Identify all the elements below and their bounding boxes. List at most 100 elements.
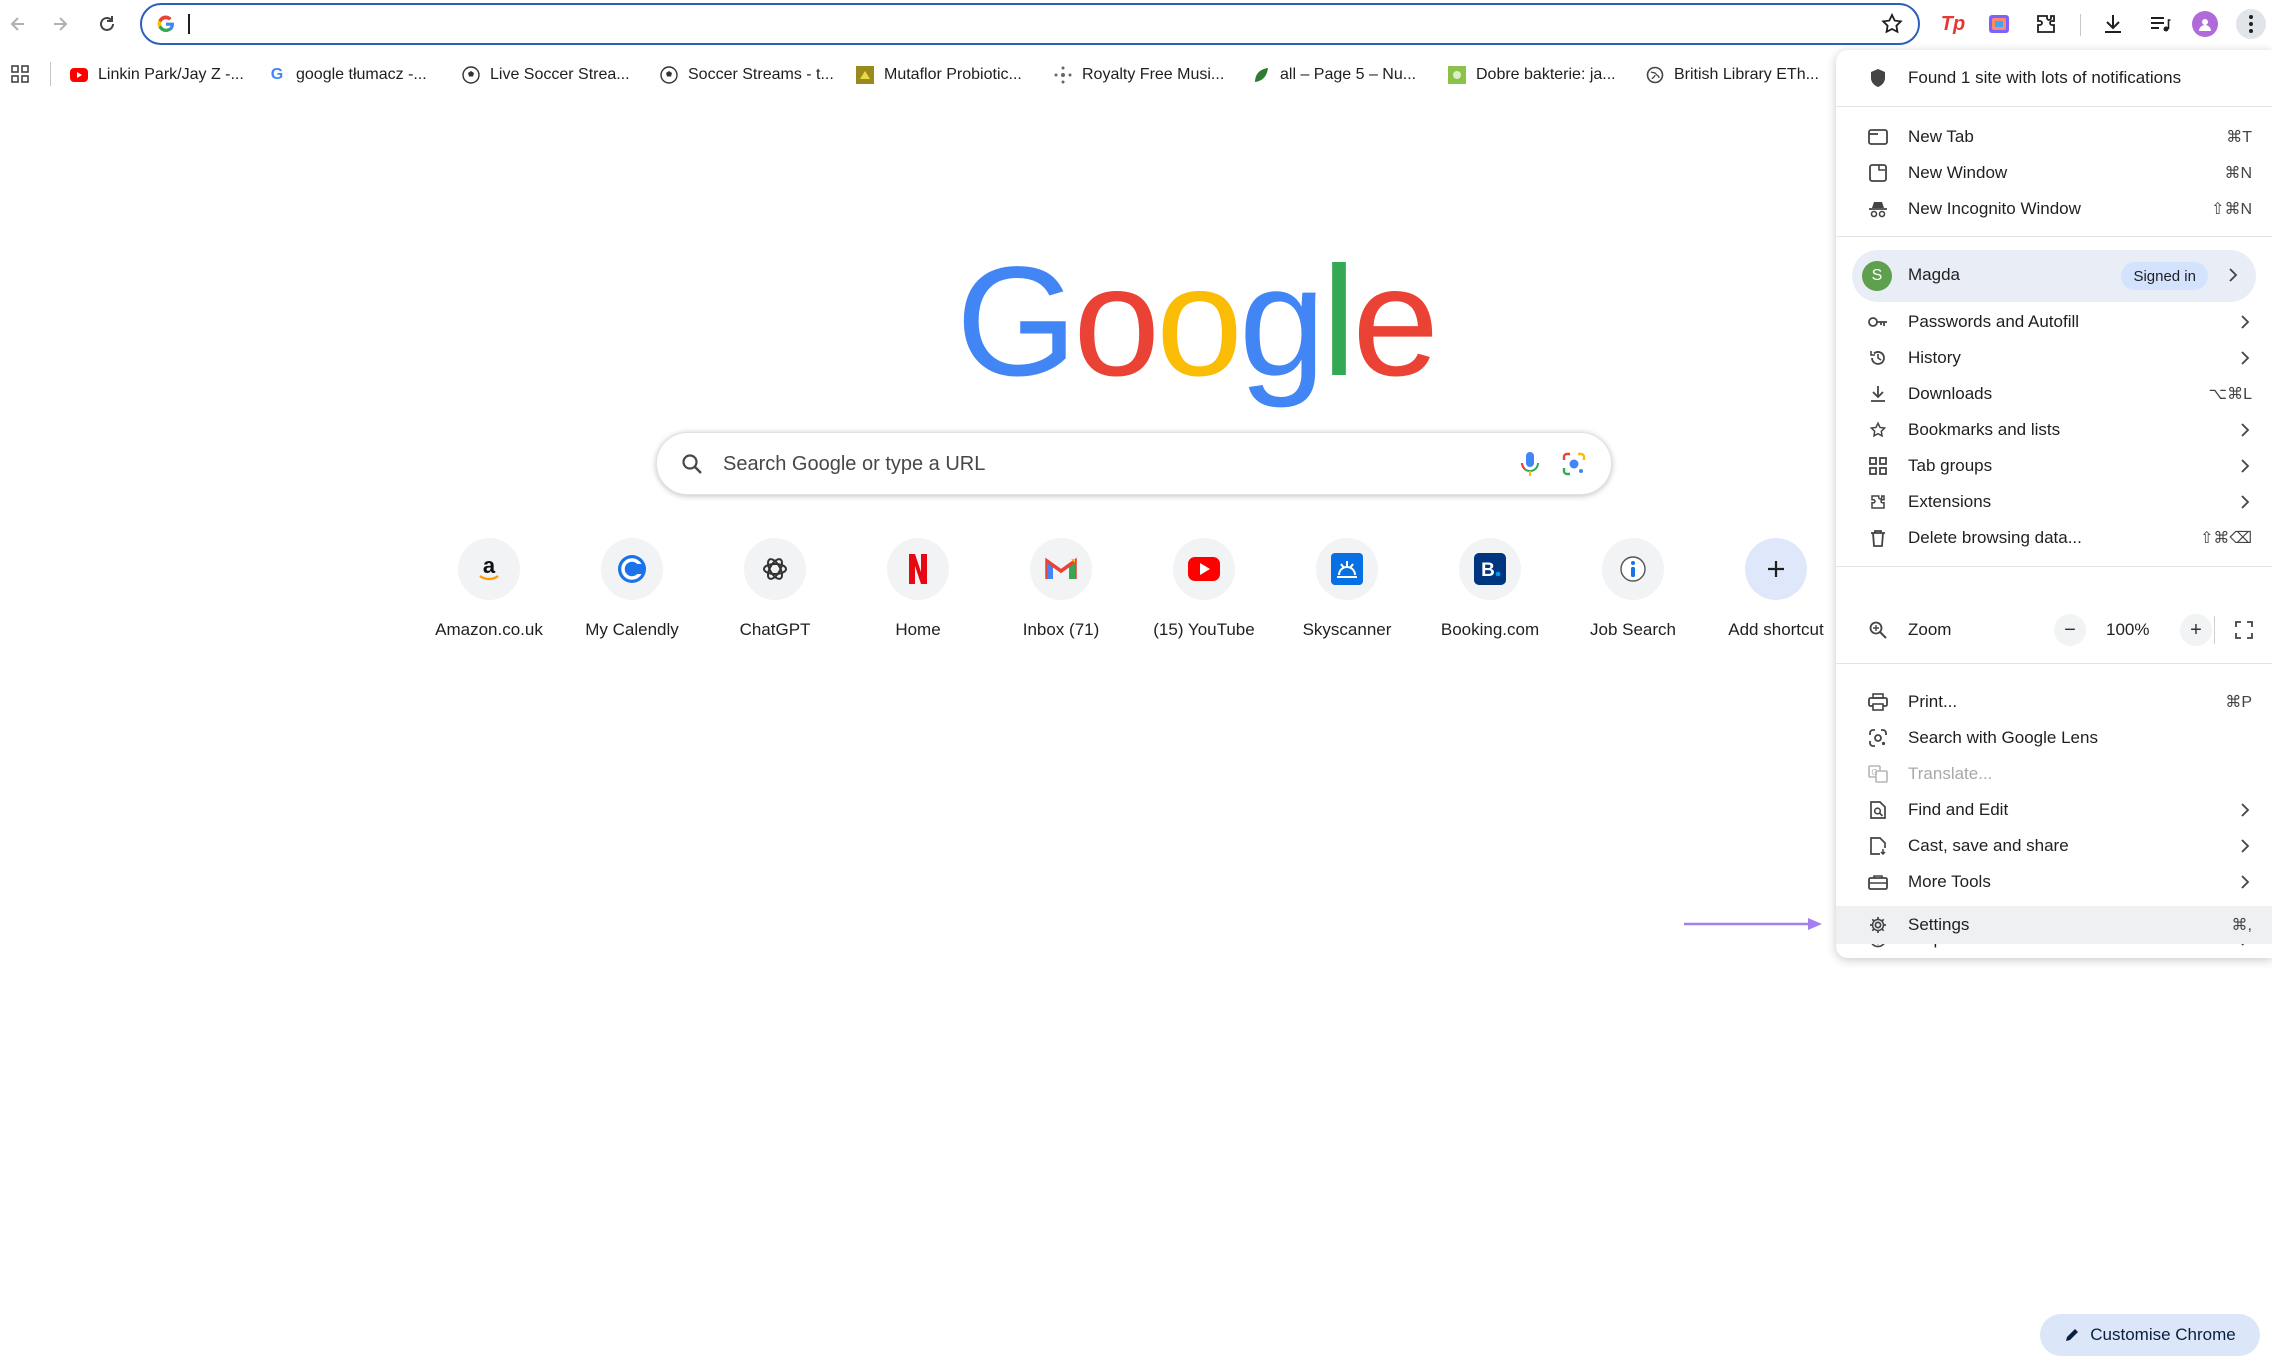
google-lens-icon[interactable] (1561, 451, 1587, 482)
bookmark-label: Live Soccer Strea... (490, 66, 630, 83)
shortcut-tile[interactable]: My Calendly (562, 538, 702, 640)
menu-item-tab-groups[interactable]: Tab groups (1836, 448, 2272, 484)
printer-icon (1868, 692, 1888, 712)
menu-shortcut: ⌘P (2225, 694, 2252, 711)
bookmark-item[interactable]: Mutaflor Probiotic... (856, 63, 1022, 87)
menu-label: Bookmarks and lists (1908, 420, 2061, 439)
bookmark-item[interactable]: Dobre bakterie: ja... (1448, 63, 1616, 87)
menu-item-new-incognito-window[interactable]: New Incognito Window ⇧⌘N (1836, 191, 2272, 227)
pencil-icon (2066, 1329, 2079, 1341)
bookmarks-bar: Linkin Park/Jay Z -... G google tłumacz … (0, 54, 1830, 94)
media-queue-icon[interactable] (2145, 9, 2175, 39)
music-icon (1054, 66, 1072, 84)
menu-item-passwords[interactable]: Passwords and Autofill (1836, 304, 2272, 340)
profile-avatar[interactable] (2190, 9, 2220, 39)
bookmark-item[interactable]: Linkin Park/Jay Z -... (70, 63, 244, 87)
add-shortcut-button[interactable]: Add shortcut (1706, 538, 1846, 640)
menu-item-delete-browsing-data[interactable]: Delete browsing data... ⇧⌘⌫ (1836, 520, 2272, 556)
gear-icon (1868, 915, 1888, 935)
apps-grid-icon[interactable] (10, 64, 30, 89)
menu-label: Print... (1908, 692, 1958, 711)
address-bar[interactable] (140, 3, 1920, 45)
bookmark-item[interactable]: Royalty Free Musi... (1054, 63, 1224, 87)
menu-divider (1836, 106, 2272, 107)
extension-color-icon[interactable] (1984, 9, 2014, 39)
netflix-icon (887, 538, 949, 600)
shortcut-tile[interactable]: ChatGPT (705, 538, 845, 640)
downloads-icon[interactable] (2098, 9, 2128, 39)
customise-chrome-button[interactable]: Customise Chrome (2040, 1314, 2260, 1356)
shortcut-tile[interactable]: (15) YouTube (1134, 538, 1274, 640)
menu-item-downloads[interactable]: Downloads ⌥⌘L (1836, 376, 2272, 412)
menu-label: Translate... (1908, 764, 1993, 783)
bookmark-item[interactable]: all – Page 5 – Nu... (1252, 63, 1416, 87)
reload-button[interactable] (89, 6, 125, 42)
bookmark-item[interactable]: Live Soccer Strea... (462, 63, 630, 87)
shortcut-tile[interactable]: Home (848, 538, 988, 640)
menu-item-find-and-edit[interactable]: Find and Edit (1836, 792, 2272, 828)
menu-label: Find and Edit (1908, 800, 2009, 819)
bookmark-item[interactable]: G google tłumacz -... (268, 63, 427, 87)
booking-icon: B (1459, 538, 1521, 600)
mutaflor-icon (856, 66, 874, 84)
extensions-puzzle-icon[interactable] (2031, 9, 2061, 39)
download-icon (1868, 384, 1888, 404)
menu-item-bookmarks-and-lists[interactable]: Bookmarks and lists (1836, 412, 2272, 448)
menu-label: New Incognito Window (1908, 199, 2081, 218)
chevron-right-icon (2240, 838, 2250, 859)
menu-item-new-window[interactable]: New Window ⌘N (1836, 155, 2272, 191)
zoom-icon (1868, 620, 1888, 645)
tab-groups-icon (1868, 456, 1888, 476)
menu-divider (1836, 566, 2272, 567)
menu-item-extensions[interactable]: Extensions (1836, 484, 2272, 520)
shortcut-tile[interactable]: a Amazon.co.uk (419, 538, 559, 640)
calendly-icon (601, 538, 663, 600)
microphone-icon[interactable] (1519, 450, 1541, 483)
menu-shortcut: ⌘T (2226, 129, 2252, 146)
menu-shortcut: ⌥⌘L (2208, 386, 2252, 403)
youtube-icon (1173, 538, 1235, 600)
shortcut-tile[interactable]: Inbox (71) (991, 538, 1131, 640)
chrome-menu-button[interactable] (2236, 9, 2266, 39)
menu-item-settings[interactable]: Settings ⌘, (1836, 907, 2272, 943)
zoom-value: 100% (2106, 620, 2150, 639)
person-icon (2199, 19, 2211, 31)
toolbar-divider (2080, 14, 2081, 36)
menu-profile-row[interactable]: S Magda Signed in (1852, 250, 2256, 302)
menu-item-new-tab[interactable]: New Tab ⌘T (1836, 119, 2272, 155)
arrow-right-icon (54, 17, 68, 31)
svg-text:a: a (483, 553, 496, 578)
bookmark-star-icon[interactable] (1880, 12, 1904, 41)
google-search-box[interactable]: Search Google or type a URL (656, 432, 1612, 495)
shield-icon (1868, 68, 1888, 88)
zoom-divider (2214, 616, 2215, 644)
menu-item-more-tools[interactable]: More Tools (1836, 864, 2272, 900)
menu-item-google-lens[interactable]: Search with Google Lens (1836, 720, 2272, 756)
lens-icon (1868, 728, 1888, 748)
zoom-in-button[interactable]: + (2180, 614, 2212, 646)
bookmark-item[interactable]: Soccer Streams - t... (660, 63, 834, 87)
soccer-ball-icon (660, 66, 678, 84)
menu-item-print[interactable]: Print... ⌘P (1836, 684, 2272, 720)
zoom-out-button[interactable]: − (2054, 614, 2086, 646)
menu-shortcut: ⌘N (2224, 165, 2252, 182)
shortcut-tile[interactable]: Job Search (1563, 538, 1703, 640)
job-search-icon (1602, 538, 1664, 600)
bookmark-item[interactable]: British Library ETh... (1646, 63, 1819, 87)
toolbox-icon (1868, 872, 1888, 892)
chevron-right-icon (2240, 802, 2250, 823)
shortcut-tile[interactable]: B Booking.com (1420, 538, 1560, 640)
bookmark-label: all – Page 5 – Nu... (1280, 66, 1417, 83)
menu-item-history[interactable]: History (1836, 340, 2272, 376)
fullscreen-button[interactable] (2228, 614, 2260, 646)
fullscreen-icon (2235, 621, 2253, 639)
puzzle-icon (1868, 492, 1888, 512)
forward-button[interactable] (42, 6, 78, 42)
extension-tp-icon[interactable]: Tp (1938, 9, 1968, 39)
menu-item-cast-save-share[interactable]: Cast, save and share (1836, 828, 2272, 864)
back-button[interactable] (0, 6, 36, 42)
menu-item-notifications[interactable]: Found 1 site with lots of notifications (1836, 60, 2272, 96)
shortcut-tile[interactable]: Skyscanner (1277, 538, 1417, 640)
menu-divider (1836, 663, 2272, 664)
menu-label: New Tab (1908, 127, 1974, 146)
